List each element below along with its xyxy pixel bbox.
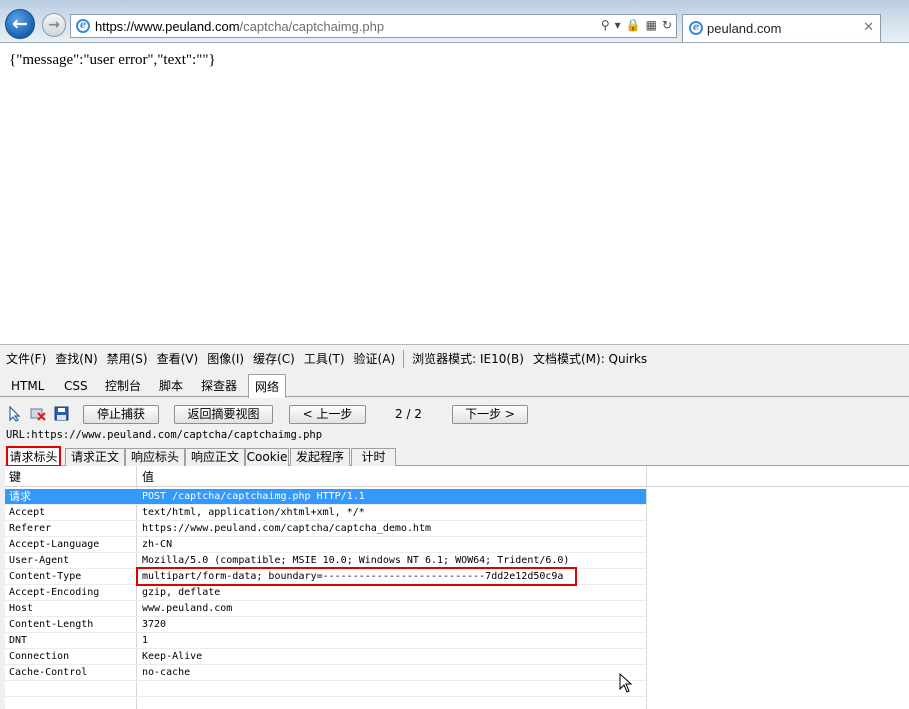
header-value: POST /captcha/captchaimg.php HTTP/1.1 — [142, 491, 365, 502]
address-url[interactable]: https://www.peuland.com/captcha/captchai… — [95, 19, 384, 34]
subtab-cookie[interactable]: Cookie — [245, 448, 289, 466]
stop-capture-button[interactable]: 停止捕获 — [83, 405, 159, 424]
header-value: gzip, deflate — [142, 587, 221, 598]
close-icon[interactable]: ✕ — [863, 20, 874, 35]
table-row[interactable]: Content-Length 3720 — [5, 617, 646, 633]
header-key: DNT — [9, 635, 28, 646]
header-key: Accept — [9, 507, 46, 518]
compat-view-icon[interactable]: ▦ — [646, 18, 657, 32]
table-row[interactable]: DNT 1 — [5, 633, 646, 649]
back-arrow-icon[interactable]: ← — [5, 9, 35, 39]
header-key: Accept-Encoding — [9, 587, 100, 598]
clear-icon[interactable] — [30, 406, 46, 422]
header-value: Keep-Alive — [142, 651, 203, 662]
column-divider-end — [646, 466, 647, 709]
devtools-tabs: HTML CSS 控制台 脚本 探查器 网络 — [0, 373, 909, 398]
back-to-summary-button[interactable]: 返回摘要视图 — [174, 405, 273, 424]
menu-disable[interactable]: 禁用(S) — [107, 350, 148, 367]
header-value: 3720 — [142, 619, 167, 630]
menu-cache[interactable]: 缓存(C) — [253, 350, 295, 367]
header-key: Accept-Language — [9, 539, 100, 550]
table-row-empty — [5, 681, 646, 697]
address-path: /captcha/captchaimg.php — [239, 19, 385, 34]
select-pointer-icon[interactable] — [7, 405, 23, 422]
headers-table: 键 值 请求 POST /captcha/captchaimg.php HTTP… — [5, 466, 909, 709]
menu-images[interactable]: 图像(I) — [207, 350, 244, 367]
previous-button[interactable]: < 上一步 — [289, 405, 366, 424]
page-body-text: {"message":"user error","text":""} — [9, 52, 216, 68]
browser-chrome: ← → e https://www.peuland.com/captcha/ca… — [0, 0, 909, 43]
header-key: Referer — [9, 523, 52, 534]
request-subtabs: 请求标头 请求正文 响应标头 响应正文 Cookie 发起程序 计时 — [5, 446, 909, 467]
menu-file[interactable]: 文件(F) — [6, 350, 46, 367]
subtab-response-body[interactable]: 响应正文 — [185, 448, 245, 466]
menu-document-mode[interactable]: 文档模式(M): Quirks — [533, 350, 647, 367]
tab-css[interactable]: CSS — [58, 376, 94, 397]
header-key: Connection — [9, 651, 70, 662]
table-row[interactable]: 请求 POST /captcha/captchaimg.php HTTP/1.1 — [5, 489, 646, 505]
tab-profiler[interactable]: 探查器 — [195, 376, 243, 397]
developer-tools: 文件(F) 查找(N) 禁用(S) 查看(V) 图像(I) 缓存(C) 工具(T… — [0, 344, 909, 709]
table-row[interactable]: Accept-Language zh-CN — [5, 537, 646, 553]
column-key[interactable]: 键 — [9, 468, 21, 485]
headers-table-header: 键 值 — [5, 466, 909, 487]
header-key: 请求 — [9, 490, 31, 503]
tab-title: peuland.com — [707, 21, 782, 36]
subtab-request-body[interactable]: 请求正文 — [65, 448, 125, 466]
menu-tools[interactable]: 工具(T) — [304, 350, 345, 367]
header-key: Content-Length — [9, 619, 94, 630]
subtab-request-headers[interactable]: 请求标头 — [6, 446, 61, 467]
subtab-initiator[interactable]: 发起程序 — [290, 448, 350, 466]
subtab-timing[interactable]: 计时 — [351, 448, 396, 466]
header-value: text/html, application/xhtml+xml, */* — [142, 507, 365, 518]
next-button[interactable]: 下一步 > — [452, 405, 528, 424]
devtools-menubar: 文件(F) 查找(N) 禁用(S) 查看(V) 图像(I) 缓存(C) 工具(T… — [0, 345, 909, 372]
header-value: no-cache — [142, 667, 191, 678]
address-scheme: https:// — [95, 19, 135, 34]
save-icon[interactable] — [53, 406, 69, 422]
tab-ie-logo-icon: e — [689, 21, 703, 35]
lock-icon[interactable]: 🔒 — [626, 18, 641, 32]
table-row[interactable]: Host www.peuland.com — [5, 601, 646, 617]
menu-validate[interactable]: 验证(A) — [354, 350, 396, 367]
header-key: Cache-Control — [9, 667, 88, 678]
column-value[interactable]: 值 — [142, 468, 154, 485]
table-row[interactable]: Connection Keep-Alive — [5, 649, 646, 665]
address-bar[interactable]: e https://www.peuland.com/captcha/captch… — [70, 14, 677, 38]
table-row[interactable]: Accept-Encoding gzip, deflate — [5, 585, 646, 601]
table-row[interactable]: Cache-Control no-cache — [5, 665, 646, 681]
tab-html[interactable]: HTML — [5, 376, 50, 397]
tab-network[interactable]: 网络 — [248, 374, 287, 398]
dropdown-icon[interactable]: ▾ — [615, 18, 621, 32]
request-url: URL:https://www.peuland.com/captcha/capt… — [6, 429, 323, 441]
browser-tab[interactable]: e peuland.com ✕ — [682, 14, 881, 42]
menu-separator — [403, 349, 405, 368]
search-icon[interactable]: ⚲ — [601, 18, 610, 32]
header-value: 1 — [142, 635, 149, 646]
header-key: User-Agent — [9, 555, 70, 566]
tab-console[interactable]: 控制台 — [99, 376, 147, 397]
header-key: Content-Type — [9, 571, 82, 582]
table-row[interactable]: Accept text/html, application/xhtml+xml,… — [5, 505, 646, 521]
menu-find[interactable]: 查找(N) — [55, 350, 97, 367]
content-type-highlight — [136, 567, 577, 586]
header-value: zh-CN — [142, 539, 173, 550]
forward-arrow-icon[interactable]: → — [42, 13, 66, 37]
pager-indicator: 2 / 2 — [395, 407, 422, 421]
header-key: Host — [9, 603, 34, 614]
menu-browser-mode[interactable]: 浏览器模式: IE10(B) — [412, 350, 524, 367]
table-row[interactable]: Referer https://www.peuland.com/captcha/… — [5, 521, 646, 537]
header-value: https://www.peuland.com/captcha/captcha_… — [142, 523, 431, 534]
tab-script[interactable]: 脚本 — [153, 376, 189, 397]
address-domain: www.peuland.com — [134, 19, 240, 34]
ie-logo-icon: e — [76, 19, 90, 33]
subtab-response-headers[interactable]: 响应标头 — [125, 448, 185, 466]
address-icons: ⚲ ▾ 🔒 ▦ ↻ — [601, 18, 672, 32]
mouse-cursor-icon — [619, 672, 633, 696]
menu-view[interactable]: 查看(V) — [157, 350, 199, 367]
refresh-icon[interactable]: ↻ — [662, 18, 672, 32]
header-value: www.peuland.com — [142, 603, 233, 614]
network-toolbar: 停止捕获 返回摘要视图 < 上一步 2 / 2 下一步 > — [0, 401, 909, 427]
